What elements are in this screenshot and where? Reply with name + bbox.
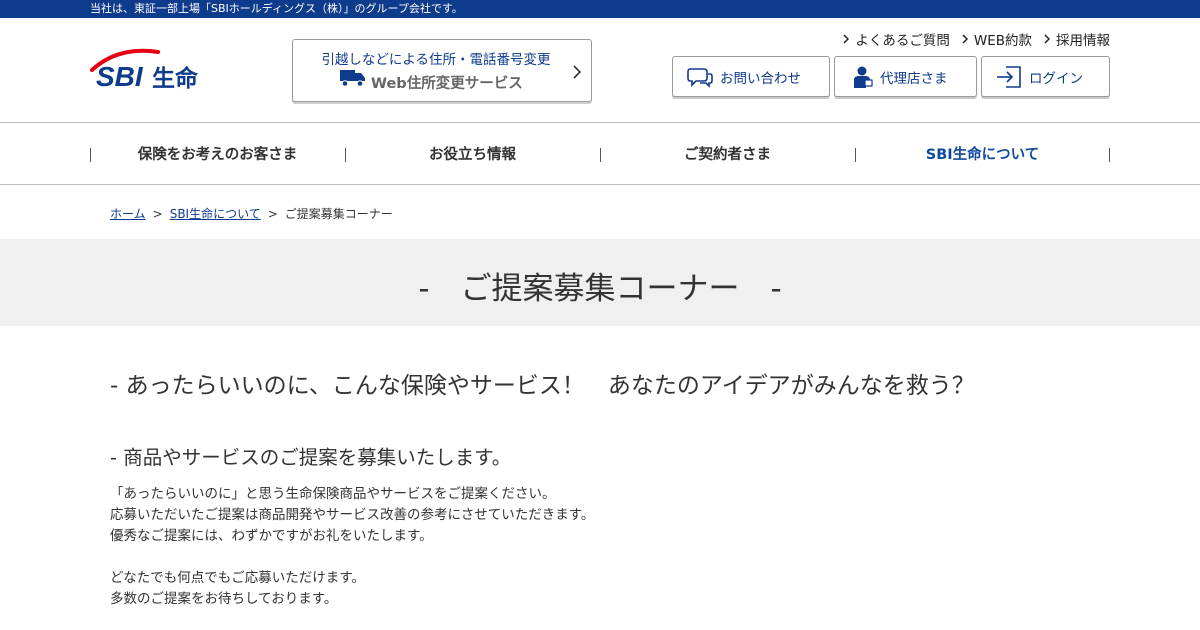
- breadcrumb-separator: >: [152, 206, 163, 221]
- body-paragraph: 多数のご提案をお待ちしております。: [110, 591, 338, 607]
- group-notice-bar: 当社は、東証一部上場「SBIホールディングス（株）」のグループ会社です。: [0, 0, 1200, 18]
- breadcrumb-current: ご提案募集コーナー: [284, 207, 393, 221]
- contact-button-label: お問い合わせ: [720, 70, 801, 87]
- recruit-link[interactable]: 採用情報: [1044, 29, 1110, 49]
- sbi-life-logo[interactable]: SBI 生命: [88, 46, 218, 92]
- subsection-heading: - 商品やサービスのご提案を募集いたします。: [110, 446, 512, 469]
- breadcrumb: ホーム > SBI生命について > ご提案募集コーナー: [110, 205, 393, 222]
- breadcrumb-about-link[interactable]: SBI生命について: [170, 205, 261, 222]
- breadcrumb-separator: >: [267, 206, 278, 221]
- page-title: - ご提案募集コーナー -: [418, 271, 782, 307]
- nav-item-label: ご契約者さま: [684, 147, 771, 163]
- section-heading: - あったらいいのに、こんな保険やサービス！ あなたのアイデアがみんなを救う？: [110, 373, 975, 399]
- faq-link[interactable]: よくあるご質問: [843, 29, 950, 49]
- nav-item-policyholders[interactable]: ご契約者さま: [600, 123, 855, 184]
- body-paragraph: 優秀なご提案には、わずかですがお礼をいたします。: [110, 528, 433, 544]
- chevron-right-icon: [573, 64, 582, 83]
- content-body: 「あったらいいのに」と思う生命保険商品やサービスをご提案ください。 応募いただい…: [110, 484, 594, 610]
- login-button-label: ログイン: [1029, 70, 1083, 87]
- web-terms-link[interactable]: WEB約款: [962, 29, 1032, 49]
- nav-separator: [1109, 148, 1110, 162]
- nav-item-about[interactable]: SBI生命について: [855, 123, 1110, 184]
- group-notice-text: 当社は、東証一部上場「SBIホールディングス（株）」のグループ会社です。: [90, 2, 463, 15]
- chevron-right-icon: [1044, 34, 1050, 44]
- agency-button-label: 代理店さま: [880, 70, 948, 87]
- logo-name-text: 生命: [152, 65, 199, 92]
- nav-item-label: お役立ち情報: [429, 147, 516, 163]
- web-terms-link-label: WEB約款: [973, 33, 1032, 49]
- agency-button[interactable]: 代理店さま: [834, 56, 977, 97]
- nav-item-useful-info[interactable]: お役立ち情報: [345, 123, 600, 184]
- body-paragraph: どなたでも何点でもご応募いただけます。: [110, 570, 365, 586]
- truck-icon: [340, 68, 366, 92]
- login-arrow-icon: [996, 65, 1022, 88]
- body-paragraph: 応募いただいたご提案は商品開発やサービス改善の参考にさせていただきます。: [110, 507, 595, 523]
- page-title-band: - ご提案募集コーナー -: [0, 239, 1200, 326]
- logo-sbi-text: SBI: [96, 61, 144, 92]
- nav-item-prospects[interactable]: 保険をお考えのお客さま: [90, 123, 345, 184]
- chevron-right-icon: [843, 34, 850, 44]
- login-button[interactable]: ログイン: [981, 56, 1110, 97]
- chevron-right-icon: [962, 34, 968, 44]
- web-address-change-button[interactable]: 引越しなどによる住所・電話番号変更 Web住所変更サービス: [292, 39, 592, 102]
- address-change-caption: 引越しなどによる住所・電話番号変更: [321, 52, 551, 68]
- logo-mark: SBI 生命: [90, 48, 199, 92]
- utility-links: よくあるご質問 WEB約款 採用情報: [843, 29, 1110, 49]
- agent-person-icon: [853, 66, 873, 88]
- nav-divider: [0, 184, 1200, 185]
- body-paragraph: 「あったらいいのに」と思う生命保険商品やサービスをご提案ください。: [110, 486, 556, 502]
- contact-button[interactable]: お問い合わせ: [672, 56, 830, 97]
- recruit-link-label: 採用情報: [1056, 33, 1110, 49]
- address-change-service-name: Web住所変更サービス: [371, 76, 523, 92]
- global-nav: 保険をお考えのお客さま お役立ち情報 ご契約者さま SBI生命について: [90, 123, 1110, 184]
- nav-item-label: SBI生命について: [925, 147, 1040, 163]
- breadcrumb-home-link[interactable]: ホーム: [110, 205, 146, 222]
- chat-bubble-icon: [687, 66, 713, 88]
- nav-item-label: 保険をお考えのお客さま: [137, 147, 298, 163]
- faq-link-label: よくあるご質問: [855, 33, 950, 49]
